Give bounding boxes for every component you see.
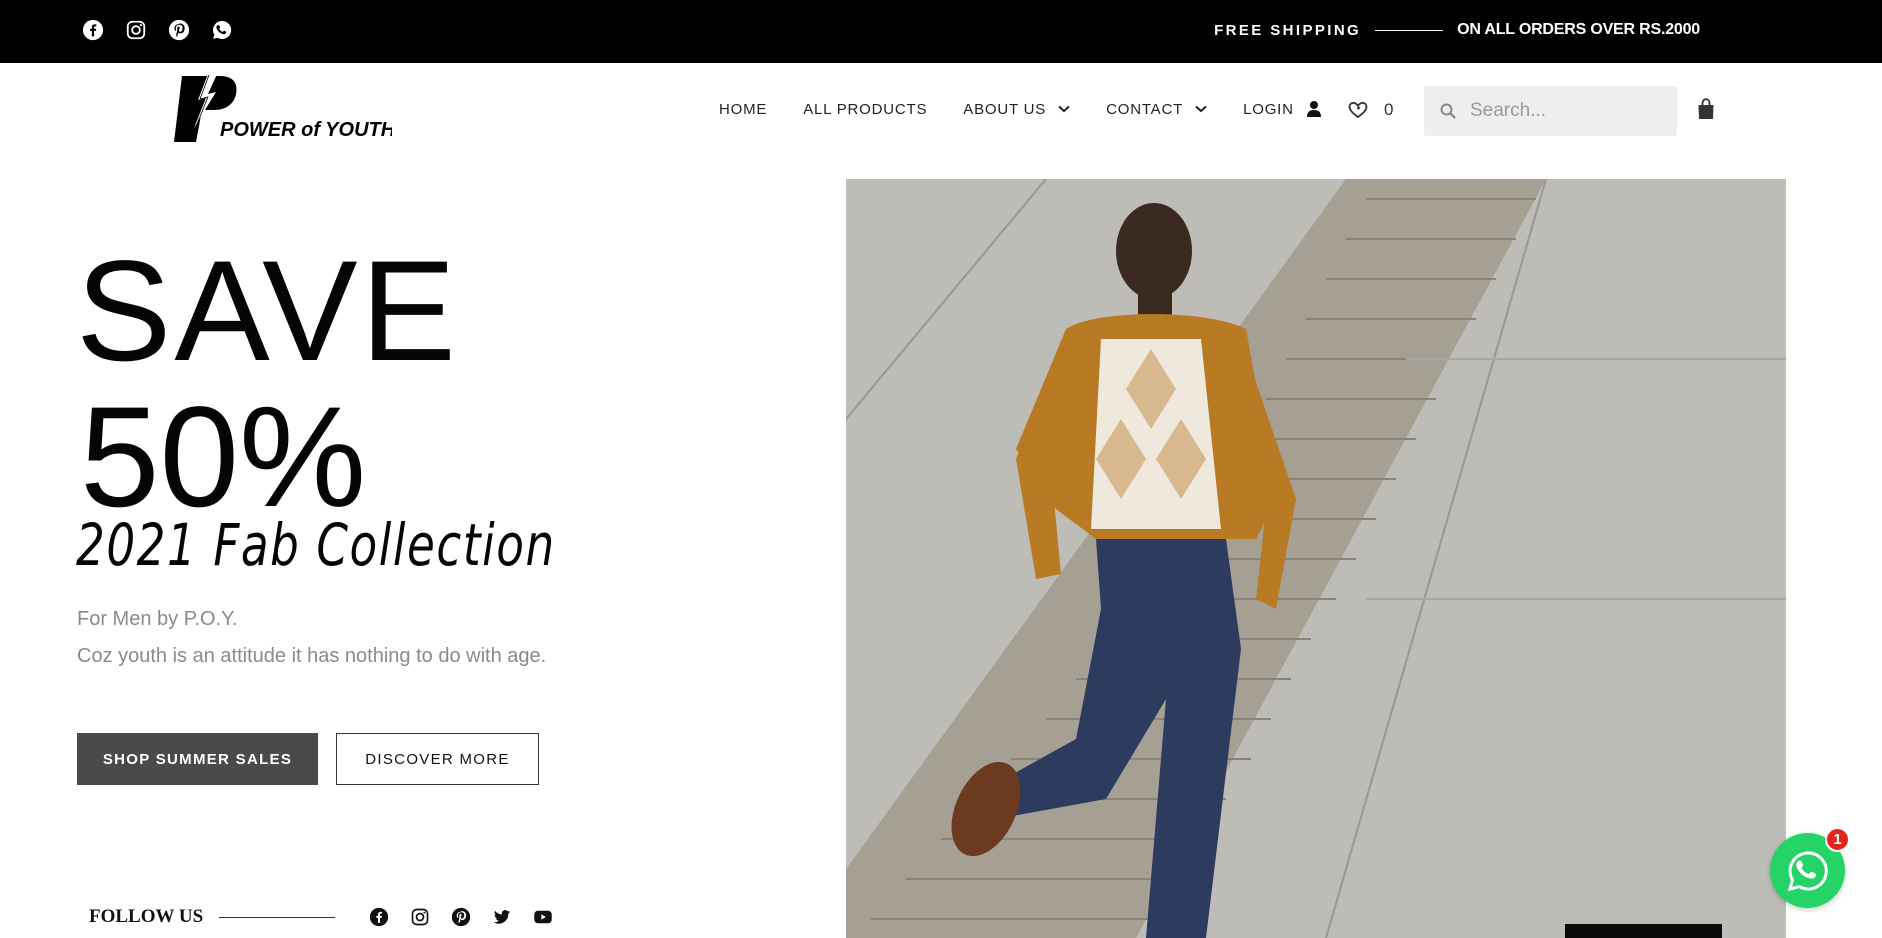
instagram-icon[interactable]	[410, 907, 430, 927]
chevron-down-icon	[1058, 105, 1070, 113]
follow-us-row: FOLLOW US	[89, 906, 553, 928]
facebook-icon[interactable]	[82, 19, 104, 41]
nav-about-us[interactable]: ABOUT US	[963, 101, 1070, 118]
instagram-icon[interactable]	[125, 19, 147, 41]
wishlist[interactable]: 0	[1348, 100, 1393, 120]
whatsapp-notification-badge: 1	[1825, 827, 1850, 852]
hero-percent-headline: 50%	[80, 378, 367, 537]
nav-all-products-label: ALL PRODUCTS	[803, 100, 928, 118]
nav-contact-label: CONTACT	[1106, 100, 1184, 118]
free-shipping-banner: FREE SHIPPING ON ALL ORDERS OVER RS.2000	[1214, 21, 1700, 39]
hero-photo-graphic	[846, 179, 1786, 938]
whatsapp-icon[interactable]	[211, 19, 233, 41]
hero-model-image	[846, 179, 1786, 938]
search-icon	[1440, 103, 1456, 119]
youtube-icon[interactable]	[533, 907, 553, 927]
twitter-icon[interactable]	[492, 907, 512, 927]
latest-fashion-tag	[1565, 924, 1722, 938]
whatsapp-icon	[1787, 850, 1828, 891]
pinterest-icon[interactable]	[168, 19, 190, 41]
follow-us-divider	[219, 916, 336, 918]
orders-threshold-text: ON ALL ORDERS OVER RS.2000	[1457, 21, 1700, 38]
top-bar: FREE SHIPPING ON ALL ORDERS OVER RS.2000	[0, 0, 1882, 63]
hero-subtitle-1: For Men by P.O.Y.	[77, 608, 238, 630]
search-input[interactable]	[1470, 100, 1660, 122]
main-nav: HOME ALL PRODUCTS ABOUT US CONTACT LOGIN	[719, 100, 1358, 118]
discover-more-button[interactable]: DISCOVER MORE	[336, 733, 539, 785]
hero-subtitle-2: Coz youth is an attitude it has nothing …	[77, 645, 547, 667]
shop-summer-sales-button[interactable]: SHOP SUMMER SALES	[77, 733, 318, 785]
hero-collection-title: 2021 Fab Collection	[76, 511, 556, 579]
nav-home[interactable]: HOME	[719, 101, 767, 118]
free-shipping-label: FREE SHIPPING	[1214, 21, 1362, 39]
wishlist-count: 0	[1384, 100, 1394, 119]
power-of-youth-logo: POWER of YOUTH	[174, 72, 396, 142]
shopping-bag-icon[interactable]	[1697, 98, 1715, 120]
nav-login[interactable]: LOGIN	[1243, 100, 1322, 118]
user-icon	[1306, 101, 1321, 117]
hero-save-headline: SAVE	[76, 232, 459, 391]
heart-icon	[1348, 101, 1368, 119]
search-box	[1424, 86, 1677, 136]
pinterest-icon[interactable]	[451, 907, 471, 927]
facebook-icon[interactable]	[369, 907, 389, 927]
site-logo[interactable]: POWER of YOUTH	[168, 70, 396, 146]
nav-about-us-label: ABOUT US	[963, 100, 1047, 118]
nav-login-label: LOGIN	[1243, 100, 1294, 118]
top-social-icons	[82, 19, 233, 41]
follow-social-icons	[369, 907, 553, 927]
logo-text: POWER of YOUTH	[220, 119, 392, 141]
follow-us-label: FOLLOW US	[89, 906, 204, 927]
nav-contact[interactable]: CONTACT	[1106, 101, 1207, 118]
nav-all-products[interactable]: ALL PRODUCTS	[803, 101, 927, 118]
nav-home-label: HOME	[719, 100, 768, 118]
shipping-divider	[1375, 29, 1444, 31]
chevron-down-icon	[1195, 105, 1207, 113]
